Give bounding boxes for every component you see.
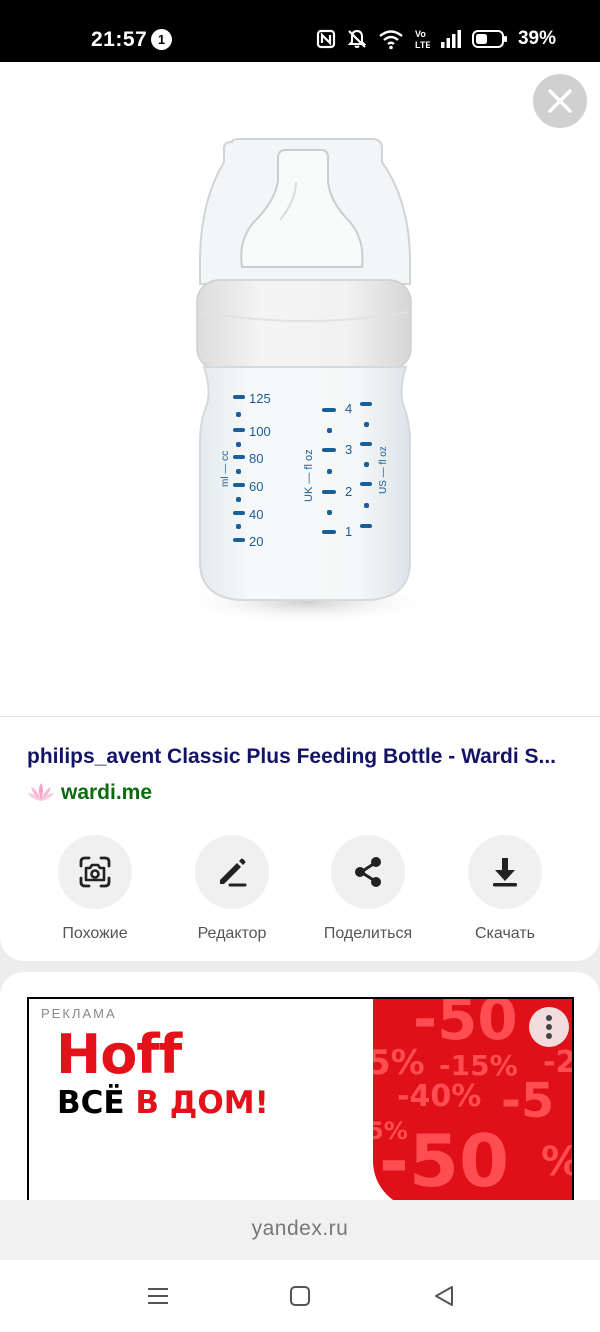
- similar-button[interactable]: Похожие: [35, 835, 155, 943]
- ml-mark-80: 80: [249, 451, 263, 466]
- oz-mark-3: 3: [345, 442, 352, 457]
- download-icon: [493, 858, 517, 887]
- volte-icon: VoLTE: [415, 29, 430, 50]
- share-icon: [355, 857, 381, 887]
- url-bar[interactable]: yandex.ru: [0, 1200, 600, 1260]
- ml-mark-40: 40: [249, 507, 263, 522]
- promo-text: -50: [379, 1119, 510, 1203]
- us-scale-label: US — fl oz: [378, 446, 389, 494]
- notification-badge: 1: [151, 29, 172, 50]
- close-icon: [548, 89, 572, 113]
- battery-percent: 39%: [517, 28, 556, 49]
- uk-scale-label: UK — fl oz: [303, 449, 315, 502]
- pencil-icon: [220, 858, 247, 887]
- promo-text: 5%: [373, 1043, 425, 1083]
- image-preview[interactable]: ml — cc 125 100 80 60 40 20 UK — fl oz 4…: [0, 62, 600, 716]
- home-icon[interactable]: [289, 1284, 311, 1308]
- menu-icon[interactable]: [146, 1284, 170, 1308]
- oz-mark-2: 2: [345, 484, 352, 499]
- wifi-icon: [379, 30, 403, 50]
- editor-label: Редактор: [197, 925, 267, 942]
- signal-icon: [440, 30, 461, 48]
- ad-slogan-black: ВСЁ: [57, 1085, 125, 1121]
- source-domain: wardi.me: [61, 781, 153, 804]
- ad-banner[interactable]: РЕКЛАМА Hoff ВСЁ В ДОМ! -50 5% -15% -2 -…: [27, 997, 574, 1207]
- oz-mark-4: 4: [345, 401, 352, 416]
- system-nav-bar: [0, 1260, 600, 1332]
- share-button[interactable]: Поделиться: [308, 835, 428, 943]
- ml-mark-100: 100: [249, 424, 271, 439]
- action-row: Похожие Редактор Поделиться Скачать: [0, 835, 600, 945]
- ml-mark-60: 60: [249, 479, 263, 494]
- share-label: Поделиться: [323, 925, 413, 942]
- oz-mark-1: 1: [345, 524, 352, 539]
- download-label: Скачать: [475, 925, 535, 942]
- baby-bottle-image: ml — cc 125 100 80 60 40 20 UK — fl oz 4…: [176, 138, 436, 624]
- ad-label: РЕКЛАМА: [41, 1006, 117, 1021]
- ad-slogan-red: В ДОМ!: [135, 1085, 269, 1121]
- ad-brand-logo: Hoff: [56, 1023, 182, 1086]
- result-title-link[interactable]: philips_avent Classic Plus Feeding Bottl…: [27, 745, 577, 769]
- status-bar: 21:57 1 Vo LTE 39%: [0, 0, 600, 62]
- ml-scale-label: ml — cc: [220, 451, 231, 487]
- nfc-icon: [316, 29, 336, 49]
- editor-button[interactable]: Редактор: [172, 835, 292, 943]
- status-time: 21:57: [91, 28, 148, 51]
- result-card: philips_avent Classic Plus Feeding Bottl…: [0, 716, 600, 961]
- promo-text: -40%: [397, 1079, 482, 1114]
- more-vertical-icon: [546, 1015, 552, 1039]
- similar-label: Похожие: [62, 925, 128, 942]
- promo-text: %: [541, 1139, 572, 1185]
- ad-slogan: ВСЁ В ДОМ!: [57, 1085, 269, 1121]
- battery-icon: [471, 30, 507, 48]
- ml-mark-20: 20: [249, 534, 263, 549]
- lotus-favicon-icon: [28, 783, 54, 801]
- close-button[interactable]: [533, 74, 587, 128]
- camera-search-icon: [79, 856, 111, 888]
- promo-text: -50: [413, 999, 518, 1053]
- mute-icon: [347, 29, 367, 48]
- svg-text:Vo: Vo: [415, 29, 426, 39]
- ml-mark-125: 125: [249, 391, 271, 406]
- status-icons: Vo LTE 39%: [316, 27, 556, 51]
- result-source[interactable]: wardi.me: [27, 781, 152, 805]
- ad-card: РЕКЛАМА Hoff ВСЁ В ДОМ! -50 5% -15% -2 -…: [0, 972, 600, 1212]
- ad-menu-button[interactable]: [529, 1007, 569, 1047]
- download-button[interactable]: Скачать: [445, 835, 565, 943]
- back-icon[interactable]: [432, 1284, 456, 1308]
- url-text: yandex.ru: [251, 1217, 349, 1240]
- svg-text:LTE: LTE: [415, 40, 430, 50]
